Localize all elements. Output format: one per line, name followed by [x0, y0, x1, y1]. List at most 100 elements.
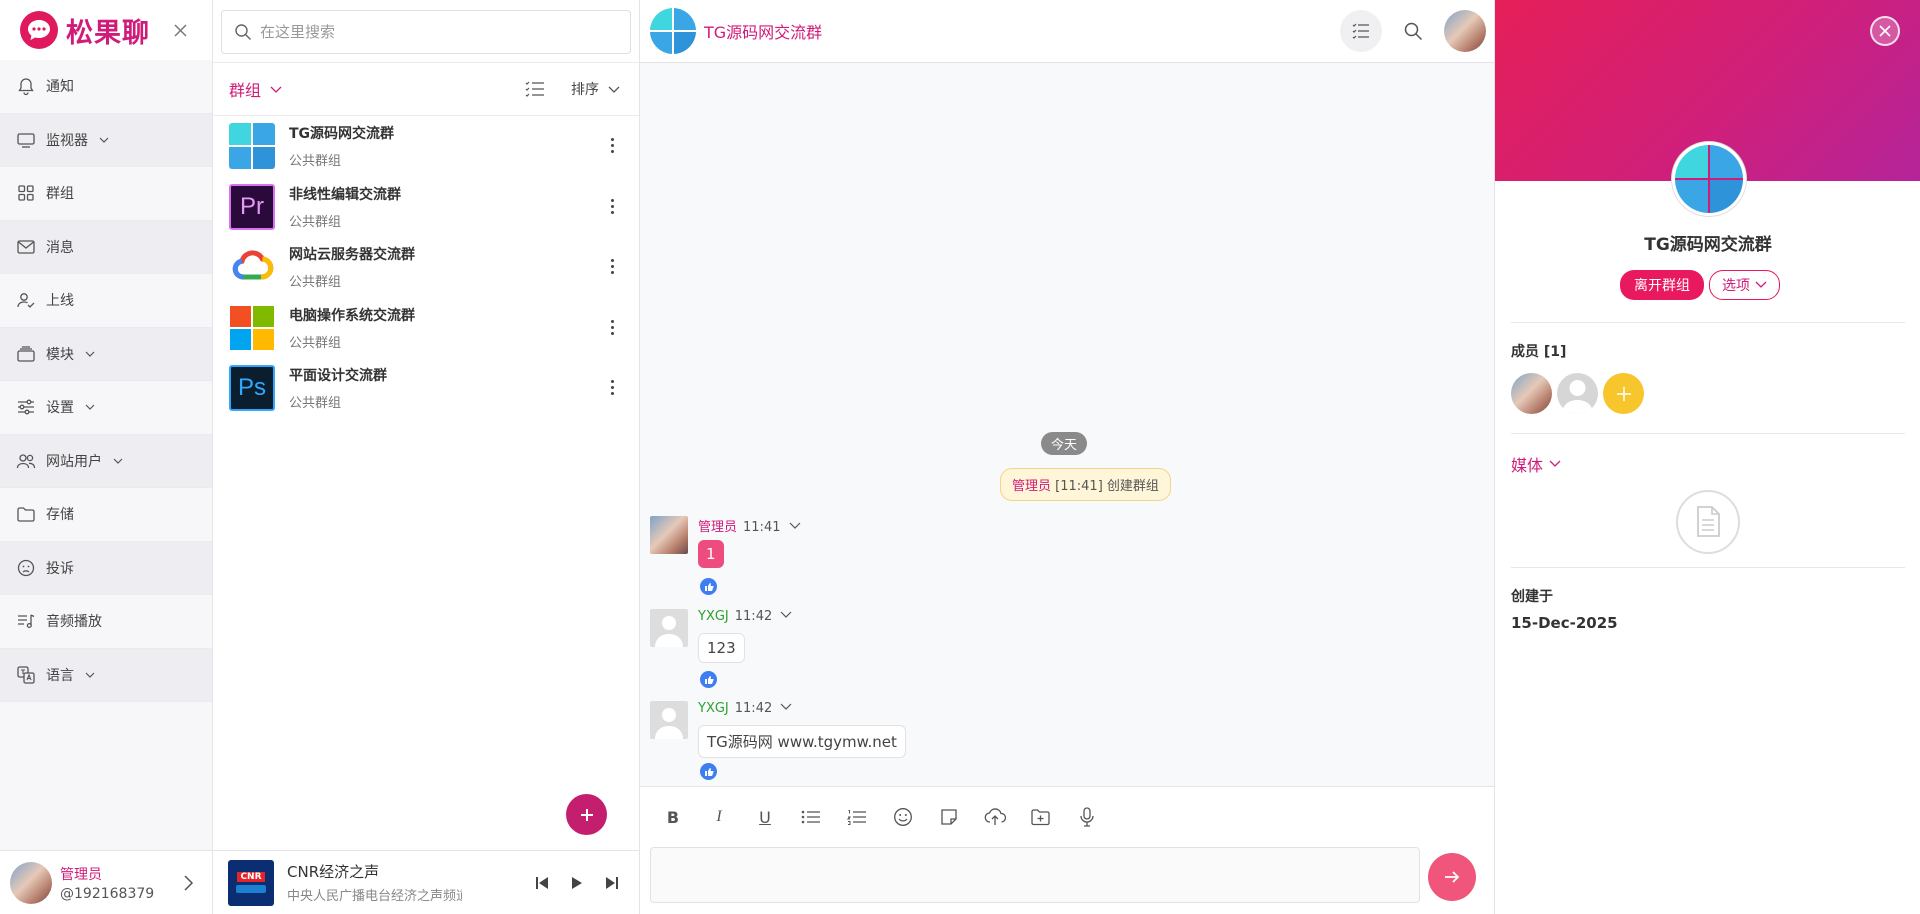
avatar[interactable]	[650, 516, 688, 554]
message-bubble[interactable]: TG源码网 www.tgymw.net	[698, 725, 906, 758]
sidebar-item-messages[interactable]: 消息	[0, 220, 212, 274]
folder-add-icon	[1031, 809, 1050, 826]
checklist-button[interactable]	[1340, 10, 1382, 52]
like-reaction-icon[interactable]	[700, 671, 717, 688]
group-item-cloud[interactable]: 网站云服务器交流群 公共群组	[213, 237, 639, 298]
sidebar-item-label: 监视器	[46, 132, 88, 149]
numbered-list-button[interactable]	[846, 806, 868, 828]
message-input[interactable]	[650, 847, 1420, 903]
upload-button[interactable]	[984, 806, 1006, 828]
more-options-icon[interactable]	[611, 380, 615, 398]
group-item-premiere[interactable]: Pr 非线性编辑交流群 公共群组	[213, 177, 639, 238]
chevron-right-icon[interactable]	[182, 874, 194, 892]
sidebar-item-modules[interactable]: 模块	[0, 327, 212, 381]
frown-icon	[17, 559, 35, 576]
search-messages-button[interactable]	[1392, 10, 1434, 52]
voice-button[interactable]	[1076, 806, 1098, 828]
close-icon	[1879, 25, 1891, 37]
group-type: 公共群组	[289, 154, 342, 170]
attach-folder-button[interactable]	[1030, 806, 1052, 828]
user-check-icon	[17, 293, 35, 309]
message-bubble[interactable]: 123	[698, 633, 745, 663]
chevron-down-icon[interactable]	[789, 521, 801, 531]
sort-button[interactable]: 排序	[571, 79, 599, 99]
tg-icon	[229, 123, 275, 170]
search-input[interactable]	[260, 23, 620, 41]
current-user[interactable]: 管理员 @192168379	[0, 850, 212, 914]
options-dropdown[interactable]: 选项	[1709, 270, 1780, 300]
list-title-label: 群组	[229, 81, 262, 100]
sidebar-item-notifications[interactable]: 通知	[0, 60, 212, 114]
sidebar-item-label: 语言	[46, 667, 74, 684]
leave-group-button[interactable]: 离开群组	[1620, 270, 1704, 300]
sidebar-item-groups[interactable]: 群组	[0, 167, 212, 221]
message-meta: 管理员 11:41	[698, 516, 801, 535]
group-filter-dropdown[interactable]: 群组	[229, 77, 283, 101]
send-button[interactable]	[1428, 853, 1476, 901]
more-options-icon[interactable]	[611, 259, 615, 277]
list-view-icon[interactable]	[525, 81, 545, 97]
avatar[interactable]	[1444, 10, 1486, 52]
message-sender[interactable]: YXGJ	[698, 609, 729, 624]
sticker-button[interactable]	[938, 806, 960, 828]
media-dropdown[interactable]: 媒体	[1511, 452, 1905, 476]
like-reaction-icon[interactable]	[700, 763, 717, 780]
group-list-panel: 群组 排序 TG源码网交流群 公共群组 Pr 非线性	[213, 0, 640, 914]
user-info: 管理员 @192168379	[60, 864, 154, 902]
sidebar-item-online[interactable]: 上线	[0, 274, 212, 328]
search-box[interactable]	[221, 10, 631, 54]
group-text: 电脑操作系统交流群 公共群组	[289, 305, 415, 351]
italic-button[interactable]: I	[708, 806, 730, 828]
group-item-windows[interactable]: 电脑操作系统交流群 公共群组	[213, 298, 639, 359]
sidebar-item-settings[interactable]: 设置	[0, 381, 212, 435]
more-options-icon[interactable]	[611, 319, 615, 338]
tg-icon	[1672, 142, 1746, 216]
chevron-down-icon[interactable]	[780, 610, 792, 620]
avatar[interactable]	[650, 609, 688, 647]
more-options-icon[interactable]	[611, 138, 615, 156]
bullet-list-button[interactable]	[800, 806, 822, 828]
group-item-tg[interactable]: TG源码网交流群 公共群组	[213, 116, 639, 177]
message-sender[interactable]: YXGJ	[698, 701, 729, 716]
sidebar-item-label: 上线	[46, 293, 74, 310]
windows-icon	[229, 305, 275, 351]
sidebar-item-storage[interactable]: 存储	[0, 488, 212, 542]
message-sender[interactable]: 管理员	[698, 520, 737, 535]
format-toolbar: B I U	[640, 787, 1494, 847]
sidebar-item-audio-player[interactable]: 音频播放	[0, 595, 212, 649]
avatar[interactable]	[650, 701, 688, 739]
user-id: @192168379	[60, 885, 155, 902]
add-group-button[interactable]	[566, 794, 607, 835]
sidebar-item-complaints[interactable]: 投诉	[0, 541, 212, 595]
play-icon[interactable]	[571, 876, 583, 890]
group-name: 平面设计交流群	[289, 368, 387, 385]
skip-forward-icon[interactable]	[605, 876, 619, 890]
chevron-down-icon[interactable]	[780, 702, 792, 712]
add-member-button[interactable]	[1603, 373, 1644, 414]
message-bubble[interactable]: 1	[698, 540, 724, 568]
chat-title[interactable]: TG源码网交流群	[704, 19, 822, 43]
close-info-button[interactable]	[1870, 16, 1900, 46]
skip-back-icon[interactable]	[535, 876, 549, 890]
bold-button[interactable]: B	[662, 806, 684, 828]
group-name: 电脑操作系统交流群	[289, 307, 415, 324]
message-time: 11:42	[734, 609, 773, 624]
emoji-button[interactable]	[892, 806, 914, 828]
system-message-user: 管理员	[1012, 479, 1052, 494]
like-reaction-icon[interactable]	[700, 578, 717, 595]
avatar[interactable]	[1557, 373, 1598, 414]
underline-button[interactable]: U	[754, 806, 776, 828]
radio-logo-text: CNR	[237, 872, 265, 882]
sidebar-item-monitor[interactable]: 监视器	[0, 113, 212, 167]
sidebar-item-site-users[interactable]: 网站用户	[0, 434, 212, 488]
group-text: 平面设计交流群 公共群组	[289, 365, 387, 411]
system-message: 管理员 [11:41] 创建群组	[1000, 468, 1171, 501]
chevron-down-icon	[608, 86, 620, 93]
player-controls	[535, 876, 619, 890]
more-options-icon[interactable]	[611, 198, 615, 217]
close-sidebar-button[interactable]	[168, 18, 192, 42]
group-item-photoshop[interactable]: Ps 平面设计交流群 公共群组	[213, 358, 639, 419]
avatar[interactable]	[1511, 373, 1552, 414]
music-list-icon	[18, 614, 35, 629]
sidebar-item-language[interactable]: 语言	[0, 648, 212, 702]
